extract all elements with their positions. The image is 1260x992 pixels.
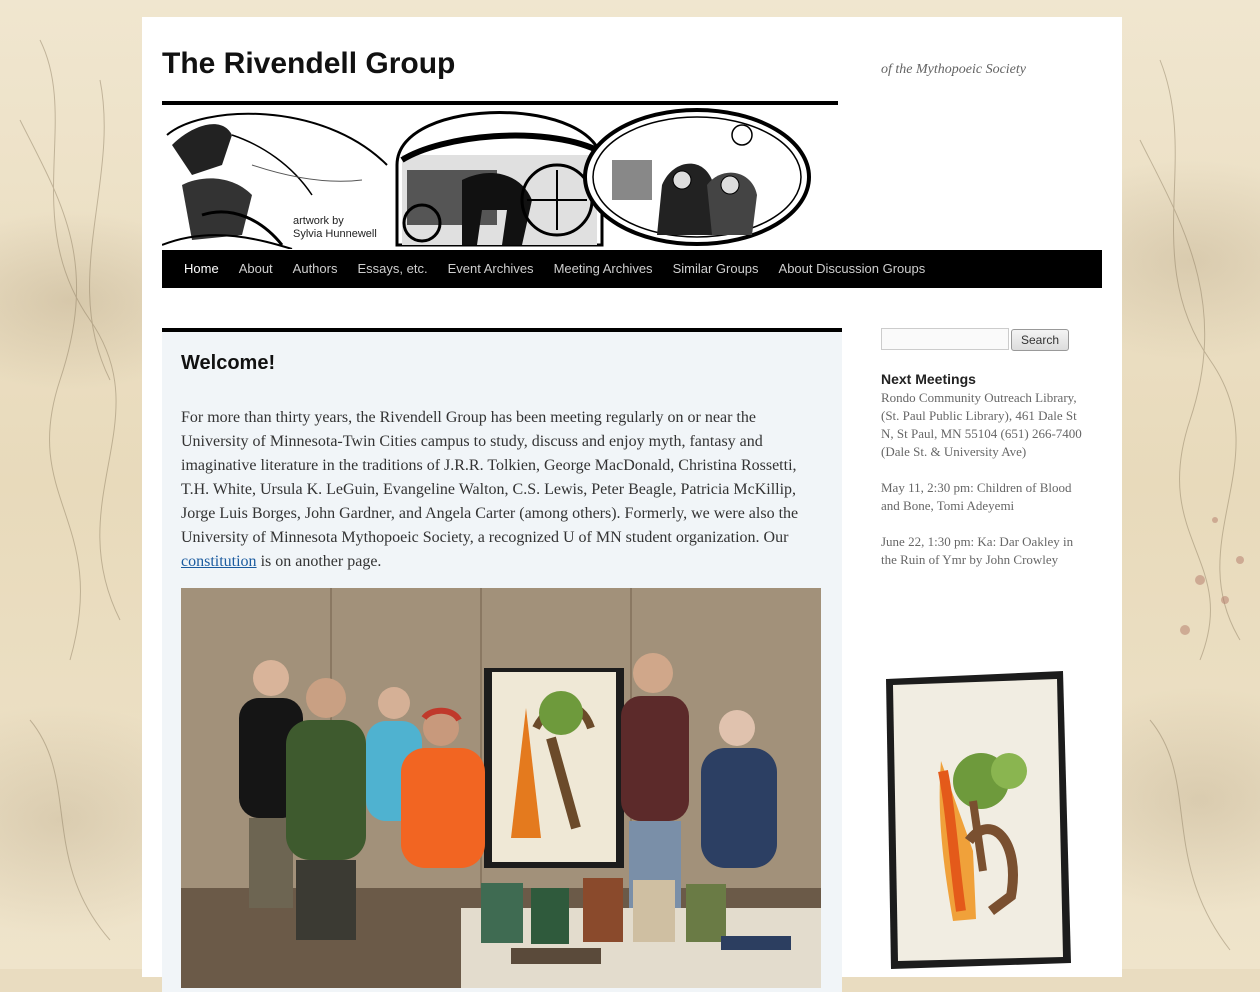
meeting-item: May 11, 2:30 pm: Children of Blood and B…: [881, 480, 1072, 513]
nav-essays[interactable]: Essays, etc.: [347, 250, 437, 288]
nav-about-discussion-groups[interactable]: About Discussion Groups: [769, 250, 936, 288]
main-navigation: Home About Authors Essays, etc. Event Ar…: [162, 250, 1102, 288]
intro-text-start: For more than thirty years, the Rivendel…: [181, 409, 799, 546]
art-credit: artwork by Sylvia Hunnewell: [293, 215, 377, 241]
site-tagline: of the Mythopoeic Society: [881, 62, 1026, 77]
art-credit-line2: Sylvia Hunnewell: [293, 228, 377, 240]
intro-paragraph: For more than thirty years, the Rivendel…: [181, 406, 826, 574]
nav-home[interactable]: Home: [162, 250, 229, 288]
next-meetings-list: Rondo Community Outreach Library, (St. P…: [881, 389, 1086, 587]
meeting-location: Rondo Community Outreach Library, (St. P…: [881, 390, 1082, 459]
site-title[interactable]: The Rivendell Group: [162, 47, 455, 81]
nav-meeting-archives[interactable]: Meeting Archives: [544, 250, 663, 288]
group-photo-image: [181, 588, 821, 988]
intro-text-end: is on another page.: [256, 553, 382, 570]
banner-artwork: [162, 108, 811, 249]
search-button[interactable]: Search: [1011, 329, 1069, 351]
page-container: The Rivendell Group of the Mythopoeic So…: [142, 17, 1122, 992]
page-heading: Welcome!: [181, 352, 276, 374]
meeting-item: June 22, 1:30 pm: Ka: Dar Oakley in the …: [881, 534, 1074, 567]
nav-event-archives[interactable]: Event Archives: [438, 250, 544, 288]
sidebar-banner-image: [881, 671, 1076, 976]
nav-about[interactable]: About: [229, 250, 283, 288]
main-content: Welcome! For more than thirty years, the…: [162, 328, 842, 992]
group-photo: [181, 588, 821, 988]
tapestry-image: [886, 671, 1071, 969]
art-credit-line1: artwork by: [293, 215, 344, 227]
search-input[interactable]: [881, 328, 1009, 350]
constitution-link[interactable]: constitution: [181, 553, 257, 570]
nav-authors[interactable]: Authors: [283, 250, 348, 288]
nav-similar-groups[interactable]: Similar Groups: [663, 250, 769, 288]
header-banner[interactable]: artwork by Sylvia Hunnewell: [162, 101, 838, 253]
next-meetings-title: Next Meetings: [881, 371, 976, 387]
